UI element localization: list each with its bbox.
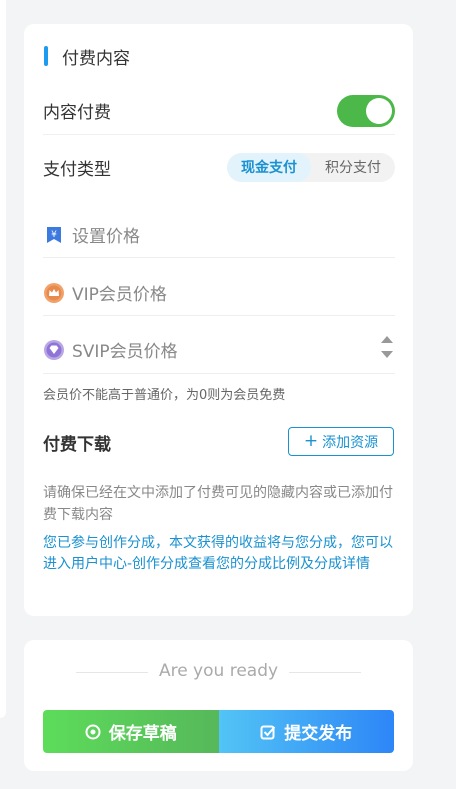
record-circle-icon	[85, 724, 101, 740]
pay-type-points-option[interactable]: 积分支付	[311, 153, 395, 182]
save-draft-button[interactable]: 保存草稿	[43, 710, 219, 753]
section-title-text: 付费内容	[62, 48, 130, 69]
price-input[interactable]: ¥ 设置价格	[43, 212, 395, 258]
crown-medal-icon	[43, 282, 65, 304]
check-square-icon	[260, 724, 276, 740]
pay-type-row: 支付类型 现金支付 积分支付	[43, 143, 395, 191]
content-paid-label: 内容付费	[43, 103, 111, 123]
section-title: 付费内容	[44, 45, 130, 69]
svg-text:¥: ¥	[51, 230, 57, 240]
publish-label: 提交发布	[284, 724, 353, 744]
toggle-knob	[366, 97, 392, 124]
content-paid-toggle[interactable]	[337, 94, 395, 127]
save-draft-label: 保存草稿	[108, 724, 177, 744]
ready-text: Are you ready	[158, 661, 279, 681]
yen-tag-icon: ¥	[43, 224, 65, 246]
price-placeholder: 设置价格	[72, 227, 140, 247]
pay-type-segmented: 现金支付 积分支付	[227, 152, 395, 182]
diamond-medal-icon	[43, 339, 65, 361]
action-buttons: 保存草稿 提交发布	[43, 710, 394, 753]
spinner-up-icon[interactable]	[381, 336, 393, 343]
plus-icon: +	[303, 431, 319, 451]
title-accent-bar	[44, 46, 48, 66]
svip-price-input[interactable]: SVIP会员价格	[43, 326, 395, 374]
publish-button[interactable]: 提交发布	[218, 710, 394, 753]
paid-download-title: 付费下载	[43, 435, 111, 455]
revenue-share-note[interactable]: 您已参与创作分成，本文获得的收益将与您分成，您可以进入用户中心-创作分成查看您的…	[43, 533, 395, 575]
hidden-content-note: 请确保已经在文中添加了付费可见的隐藏内容或已添加付费下载内容	[43, 485, 393, 523]
spinner-down-icon[interactable]	[381, 351, 393, 358]
add-resource-button[interactable]: + 添加资源	[288, 427, 394, 456]
content-paid-row: 内容付费	[43, 87, 395, 135]
pay-type-label: 支付类型	[43, 159, 111, 180]
number-spinner	[381, 336, 393, 358]
member-price-hint: 会员价不能高于普通价，为0则为会员免费	[43, 388, 286, 403]
paid-content-card: 付费内容 内容付费 支付类型 现金支付 积分支付 ¥ 设置价格 VIP会员价格 …	[24, 24, 413, 616]
pay-type-cash-option[interactable]: 现金支付	[227, 152, 311, 182]
svip-price-placeholder: SVIP会员价格	[72, 342, 178, 362]
submit-card: Are you ready 保存草稿 提交发布	[24, 640, 413, 771]
vip-price-placeholder: VIP会员价格	[72, 285, 167, 305]
add-resource-label: 添加资源	[322, 434, 379, 451]
sidebar-edge	[0, 0, 6, 718]
vip-price-input[interactable]: VIP会员价格	[43, 270, 395, 316]
